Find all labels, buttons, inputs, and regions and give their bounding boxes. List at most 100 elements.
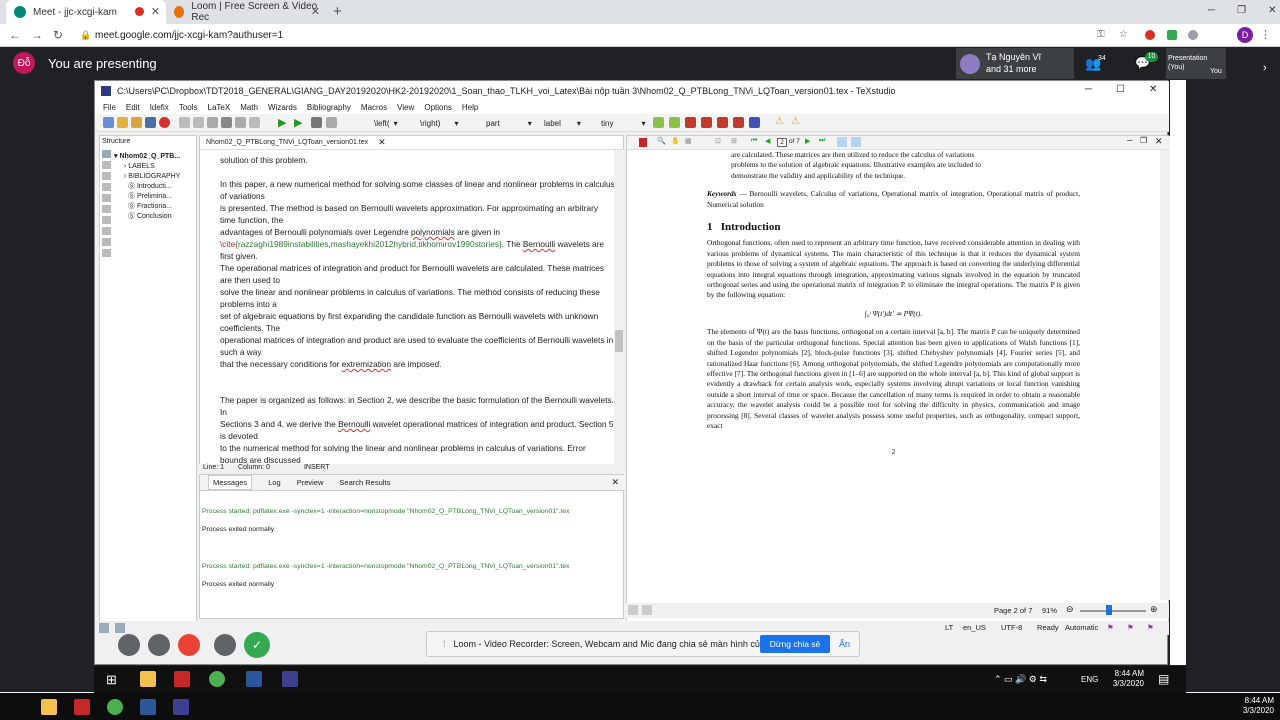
chrome-icon[interactable] [107, 699, 123, 715]
pdf-viewer[interactable]: 🔍 ✋ ▦ ⊡ ⊞ ⏮ ◀ 2 of 7 ▶ ⏭ ─ ❐ ✕ are calcu… [626, 135, 1170, 632]
extension-icon[interactable] [1145, 30, 1155, 40]
new-file-icon[interactable] [103, 117, 114, 128]
fit-icon[interactable]: ⊡ [715, 137, 721, 145]
close-tab-icon[interactable]: ✕ [311, 5, 320, 18]
page-input[interactable]: 2 [777, 138, 787, 147]
tree-item[interactable]: Ⓢ Fractiona... [114, 202, 180, 212]
menu-macros[interactable]: Macros [361, 103, 387, 112]
symbols-tab-icon[interactable] [102, 205, 111, 213]
undo-icon[interactable] [179, 117, 190, 128]
copy-icon[interactable] [207, 117, 218, 128]
spell-icon[interactable]: LT [945, 623, 953, 632]
bookmark-icon[interactable]: ⚑ [1127, 623, 1134, 632]
column-icon[interactable] [749, 117, 760, 128]
save-icon[interactable] [145, 117, 156, 128]
stop-sharing-button[interactable]: Dừng chia sẻ [760, 635, 830, 653]
hide-link[interactable]: Ẩn [839, 639, 850, 649]
table-icon[interactable] [653, 117, 664, 128]
hand-icon[interactable]: ✋ [671, 137, 680, 145]
left-delim-dropdown[interactable]: \left(▾ [371, 117, 401, 129]
tree-item[interactable]: Ⓢ Prelimina... [114, 192, 180, 202]
menu-edit[interactable]: Edit [126, 103, 140, 112]
tab-preview[interactable]: Preview [297, 478, 324, 487]
menu-options[interactable]: Options [424, 103, 452, 112]
tab-log[interactable]: Log [268, 478, 281, 487]
prev-page-icon[interactable]: ◀ [765, 137, 770, 145]
tray-icons[interactable]: ⌃ ▭ 🔊 ⚙ ⇆ [994, 674, 1047, 685]
drag-handle-icon[interactable]: ⁞ [443, 639, 446, 649]
tray-clock[interactable]: 8:44 AM 3/3/2020 [1228, 696, 1274, 716]
sync-icon[interactable] [837, 137, 847, 147]
warning-icon[interactable]: ⚠ [775, 116, 784, 127]
pause-icon[interactable] [214, 634, 236, 656]
language-selector[interactable]: en_US [963, 623, 986, 632]
size-dropdown[interactable]: tiny ▾ [598, 117, 648, 129]
fit-icon[interactable]: ⊞ [731, 137, 737, 145]
zoom-out-icon[interactable] [628, 605, 638, 615]
column-icon[interactable] [733, 117, 744, 128]
symbols-tab-icon[interactable] [102, 172, 111, 180]
word-icon[interactable] [140, 699, 156, 715]
app-icon[interactable] [74, 699, 90, 715]
tab-meet[interactable]: Meet - jjc-xcgi-kam ✕ [6, 0, 166, 24]
status-zoom[interactable]: 91% [1042, 606, 1057, 615]
present-control-icon[interactable] [148, 634, 170, 656]
menu-help[interactable]: Help [462, 103, 478, 112]
zoom-out-icon[interactable]: ⊖ [1066, 604, 1074, 615]
column-icon[interactable] [701, 117, 712, 128]
panel-toggle-icon[interactable] [99, 623, 109, 633]
zoom-slider[interactable] [1080, 610, 1146, 612]
editor-tab[interactable]: Nhom02_Q_PTBLong_TNVi_LQToan_version01.t… [200, 136, 625, 150]
texstudio-taskbar-icon[interactable] [282, 671, 298, 687]
symbols-tab-icon[interactable] [102, 238, 111, 246]
tree-item[interactable]: Ⓢ Conclusion [114, 212, 180, 222]
structure-tab-icon[interactable] [102, 150, 111, 158]
next-page-icon[interactable]: ▶ [805, 137, 810, 145]
symbols-tab-icon[interactable] [102, 249, 111, 257]
check-icon[interactable]: ✓ [244, 632, 270, 658]
warning-icon[interactable]: ⚠ [791, 116, 800, 127]
menu-file[interactable]: File [103, 103, 116, 112]
tree-item[interactable]: › BIBLIOGRAPHY [114, 172, 180, 182]
paste-icon[interactable] [235, 117, 246, 128]
menu-dots-icon[interactable]: ⋮ [1260, 28, 1271, 41]
menu-bibliography[interactable]: Bibliography [307, 103, 351, 112]
menu-view[interactable]: View [397, 103, 414, 112]
first-page-icon[interactable]: ⏮ [751, 137, 757, 145]
restore-icon[interactable]: ❐ [1237, 5, 1246, 16]
sectioning-dropdown[interactable]: part ▾ [483, 117, 535, 129]
pdf-icon[interactable] [639, 138, 647, 147]
zoom-slider-handle[interactable] [1106, 605, 1112, 615]
symbols-tab-icon[interactable] [102, 194, 111, 202]
scrollbar-thumb[interactable] [615, 330, 623, 352]
symbols-tab-icon[interactable] [102, 216, 111, 224]
extension-icon[interactable] [1167, 30, 1177, 40]
zoom-in-icon[interactable] [642, 605, 652, 615]
tray-lang[interactable]: ENG [1081, 675, 1098, 684]
menu-latex[interactable]: LaTeX [208, 103, 231, 112]
close-window-icon[interactable]: ✕ [1268, 5, 1276, 16]
key-icon[interactable]: ⚿ [1097, 29, 1105, 40]
open-folder-icon[interactable] [131, 117, 142, 128]
encoding-selector[interactable]: UTF-8 [1001, 623, 1022, 632]
tree-root[interactable]: ▾ Nhom02_Q_PTB... [114, 152, 180, 162]
tree-item[interactable]: Ⓢ Introducti... [114, 182, 180, 192]
grid-icon[interactable]: ▦ [685, 137, 692, 145]
last-page-icon[interactable]: ⏭ [819, 137, 825, 145]
tab-loom[interactable]: Loom | Free Screen & Video Rec ✕ [166, 0, 326, 24]
minimize-icon[interactable]: ─ [1127, 136, 1133, 145]
menu-tools[interactable]: Tools [179, 103, 198, 112]
menu-math[interactable]: Math [240, 103, 258, 112]
bookmark-icon[interactable]: ⚑ [1107, 623, 1114, 632]
file-explorer-icon[interactable] [41, 699, 57, 715]
status-automatic[interactable]: Automatic [1065, 623, 1098, 632]
zoom-icon[interactable]: 🔍 [657, 137, 666, 145]
chevron-right-icon[interactable]: › [1263, 62, 1267, 74]
notification-icon[interactable]: ▤ [1158, 672, 1169, 686]
view-pdf-icon[interactable] [326, 117, 337, 128]
extension-icon[interactable] [1188, 30, 1198, 40]
new-tab-icon[interactable]: + [333, 3, 342, 20]
stop-icon[interactable] [311, 117, 322, 128]
reload-icon[interactable]: ↻ [53, 28, 63, 42]
restore-icon[interactable]: ❐ [1140, 136, 1147, 145]
